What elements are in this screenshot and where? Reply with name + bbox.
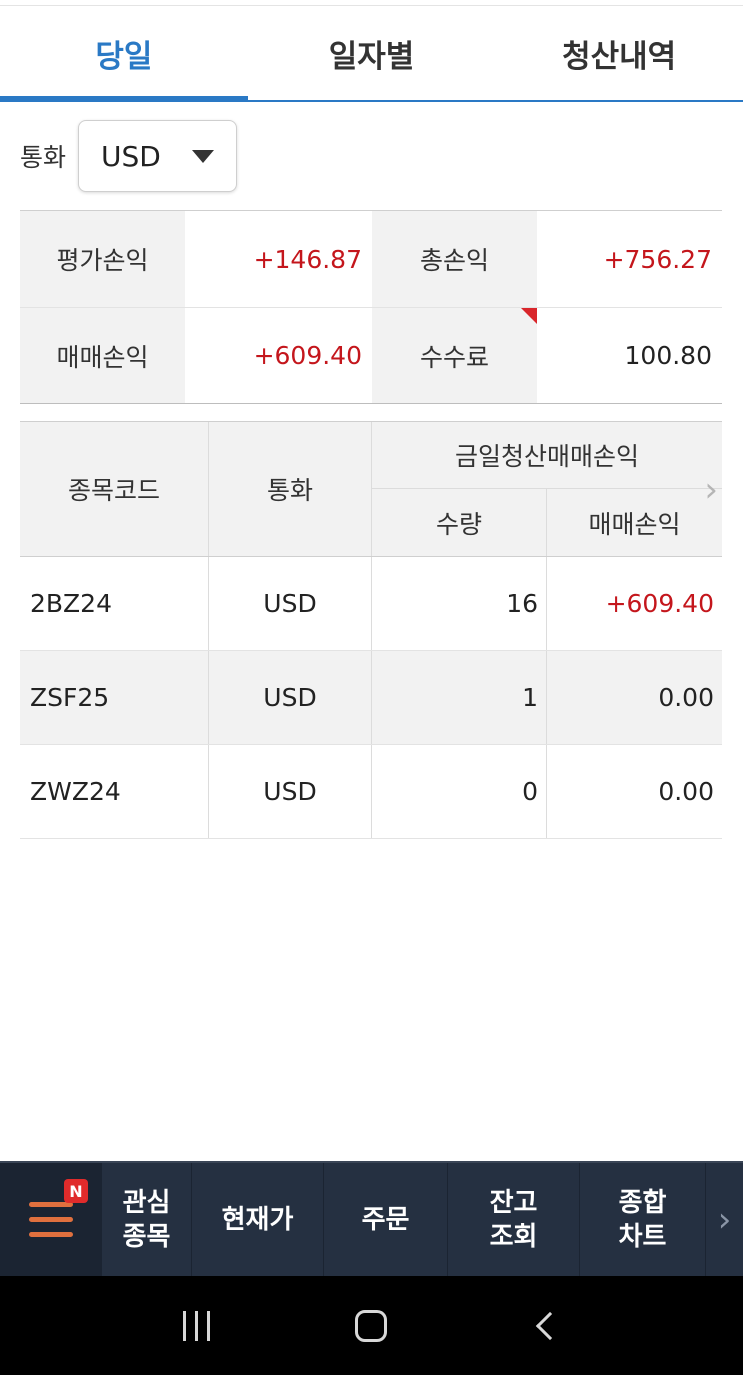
summary-row: 평가손익 +146.87 총손익 +756.27: [20, 211, 722, 307]
home-icon[interactable]: [354, 1309, 387, 1342]
caret-down-icon: [192, 149, 215, 163]
nav-current-price[interactable]: 현재가: [192, 1163, 324, 1276]
table-header: 종목코드 통화 금일청산매매손익 수량 매매손익 ›: [20, 422, 722, 557]
table-row[interactable]: ZWZ24 USD 0 0.00: [20, 745, 722, 839]
tab-settlement-history[interactable]: 청산내역: [495, 6, 743, 100]
currency-filter: 통화 USD: [20, 120, 238, 192]
currency-select[interactable]: USD: [78, 120, 238, 192]
nav-chart[interactable]: 종합 차트: [580, 1163, 706, 1276]
header-code: 종목코드: [20, 422, 209, 556]
row-qty: 1: [372, 651, 547, 744]
tab-bar: 당일 일자별 청산내역: [0, 6, 743, 102]
table-row[interactable]: 2BZ24 USD 16 +609.40: [20, 557, 722, 651]
chevron-right-icon[interactable]: ›: [706, 1163, 743, 1276]
eval-pnl-label: 평가손익: [20, 211, 185, 307]
nav-label: 종합: [618, 1187, 667, 1218]
row-pnl: +609.40: [605, 589, 714, 618]
header-subgroup: 수량 매매손익: [372, 489, 722, 556]
row-currency: USD: [209, 557, 372, 650]
currency-selected-value: USD: [101, 139, 161, 173]
nav-balance[interactable]: 잔고 조회: [448, 1163, 580, 1276]
trade-pnl-label: 매매손익: [20, 308, 185, 403]
bottom-nav: N 관심 종목 현재가 주문 잔고 조회 종합 차트 ›: [0, 1161, 743, 1276]
row-currency: USD: [209, 651, 372, 744]
commission-value: 100.80: [624, 341, 712, 370]
system-nav-bar: [0, 1276, 743, 1375]
table-row[interactable]: ZSF25 USD 1 0.00: [20, 651, 722, 745]
row-code: 2BZ24: [20, 557, 209, 650]
trade-pnl-value: +609.40: [253, 341, 362, 370]
nav-label: 잔고: [489, 1187, 538, 1218]
header-currency: 통화: [209, 422, 372, 556]
commission-label-text: 수수료: [419, 342, 489, 372]
new-badge: N: [64, 1179, 88, 1203]
row-qty: 0: [372, 745, 547, 838]
header-trade-pnl: 매매손익: [588, 509, 681, 539]
row-qty: 16: [372, 557, 547, 650]
nav-label: 관심: [122, 1187, 171, 1218]
nav-label: 현재가: [221, 1204, 294, 1235]
commission-label[interactable]: 수수료: [372, 308, 537, 403]
menu-button[interactable]: N: [0, 1163, 102, 1276]
positions-table: 종목코드 통화 금일청산매매손익 수량 매매손익 › 2BZ24 USD 16 …: [20, 421, 722, 839]
header-group-title: 금일청산매매손익: [372, 422, 722, 489]
nav-label: 차트: [618, 1221, 667, 1252]
header-group-today-pnl: 금일청산매매손익 수량 매매손익: [372, 422, 722, 556]
tab-today[interactable]: 당일: [0, 6, 248, 102]
nav-label: 조회: [489, 1221, 538, 1252]
row-pnl: 0.00: [658, 777, 714, 806]
nav-watchlist[interactable]: 관심 종목: [102, 1163, 192, 1276]
nav-order[interactable]: 주문: [324, 1163, 448, 1276]
eval-pnl-value: +146.87: [253, 244, 362, 274]
summary-row: 매매손익 +609.40 수수료 100.80: [20, 307, 722, 403]
chevron-right-icon[interactable]: ›: [704, 470, 718, 510]
row-code: ZWZ24: [20, 745, 209, 838]
hamburger-icon: [29, 1202, 73, 1237]
info-corner-marker: [521, 308, 537, 324]
tab-by-date[interactable]: 일자별: [248, 6, 496, 100]
header-qty: 수량: [372, 489, 547, 556]
back-icon[interactable]: [536, 1311, 565, 1340]
nav-label: 주문: [361, 1204, 410, 1235]
row-pnl: 0.00: [658, 683, 714, 712]
pnl-summary: 평가손익 +146.87 총손익 +756.27 매매손익 +609.40 수수…: [20, 210, 722, 404]
row-currency: USD: [209, 745, 372, 838]
total-pnl-value: +756.27: [603, 244, 712, 274]
total-pnl-label: 총손익: [372, 211, 537, 307]
nav-label: 종목: [122, 1221, 171, 1252]
recent-apps-icon[interactable]: [182, 1310, 210, 1341]
row-code: ZSF25: [20, 651, 209, 744]
currency-label: 통화: [20, 143, 67, 172]
